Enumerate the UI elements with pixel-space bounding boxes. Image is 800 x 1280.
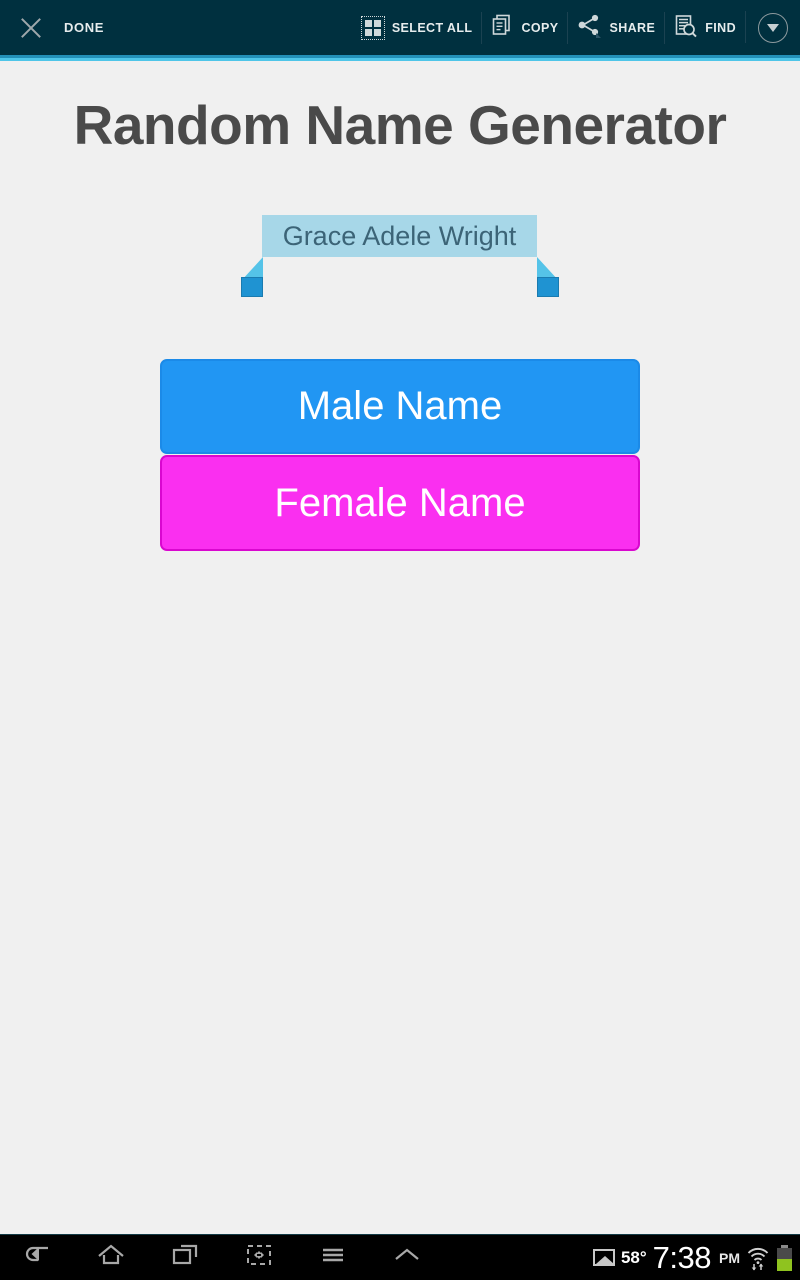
find-button[interactable]: FIND — [664, 8, 745, 48]
done-label[interactable]: DONE — [64, 20, 104, 35]
result-area: Grace Adele Wright — [0, 215, 800, 297]
screenshot-button[interactable] — [222, 1235, 296, 1280]
main-content: Random Name Generator Grace Adele Wright… — [0, 61, 800, 1234]
contextual-action-bar: DONE SELECT ALL COPY SHARE FIND — [0, 0, 800, 55]
hide-navbar-button[interactable] — [370, 1235, 444, 1280]
selection-handle-left-icon[interactable] — [241, 257, 263, 297]
back-icon — [22, 1242, 52, 1273]
share-button[interactable]: SHARE — [567, 8, 664, 48]
circle-chevron-down-icon — [757, 12, 788, 43]
clock-meridiem: PM — [719, 1249, 740, 1266]
back-button[interactable] — [0, 1235, 74, 1280]
close-icon[interactable] — [18, 15, 44, 41]
overflow-menu-button[interactable] — [745, 0, 800, 55]
temperature-label: 58° — [620, 1247, 647, 1267]
generated-name-text[interactable]: Grace Adele Wright — [262, 215, 537, 257]
system-navigation-bar: 58° 7:38 PM — [0, 1234, 800, 1280]
cab-actions: SELECT ALL COPY SHARE FIND — [352, 0, 745, 55]
wifi-data-icon — [746, 1245, 770, 1271]
screenshot-icon — [244, 1242, 274, 1273]
select-all-icon — [360, 15, 385, 40]
share-label: SHARE — [609, 20, 656, 35]
cab-done-group[interactable]: DONE — [0, 0, 104, 55]
select-all-button[interactable]: SELECT ALL — [352, 8, 482, 48]
male-name-button[interactable]: Male Name — [160, 359, 640, 454]
home-icon — [96, 1242, 126, 1273]
copy-button[interactable]: COPY — [481, 8, 567, 48]
home-button[interactable] — [74, 1235, 148, 1280]
page-title: Random Name Generator — [73, 94, 727, 156]
chevron-up-icon — [392, 1242, 422, 1273]
copy-label: COPY — [521, 20, 559, 35]
generator-buttons: Male Name Female Name — [160, 359, 640, 551]
gallery-icon — [592, 1249, 615, 1266]
menu-icon — [318, 1242, 348, 1273]
share-icon — [576, 12, 602, 43]
find-icon — [673, 13, 698, 43]
battery-half-icon — [777, 1244, 792, 1271]
clock-time: 7:38 — [652, 1239, 712, 1275]
female-name-button[interactable]: Female Name — [160, 455, 640, 551]
select-all-label: SELECT ALL — [391, 20, 473, 35]
menu-button[interactable] — [296, 1235, 370, 1280]
copy-icon — [490, 13, 514, 42]
recent-apps-icon — [170, 1242, 200, 1273]
status-tray[interactable]: 58° 7:38 PM — [592, 1235, 800, 1280]
recent-apps-button[interactable] — [148, 1235, 222, 1280]
find-label: FIND — [705, 20, 736, 35]
selection-handle-right-icon[interactable] — [537, 257, 559, 297]
